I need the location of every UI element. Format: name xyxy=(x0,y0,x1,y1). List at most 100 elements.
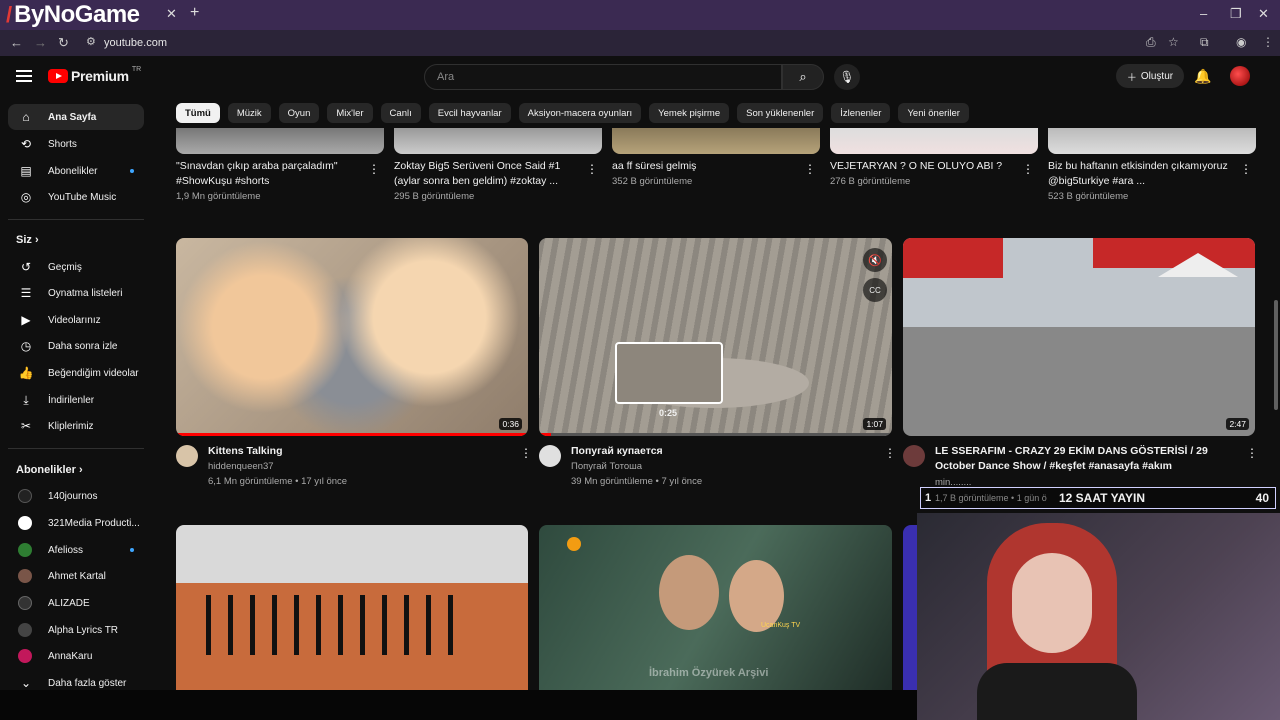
video-thumbnail-kittens[interactable]: 0:36 xyxy=(176,238,528,436)
new-tab-icon[interactable]: + xyxy=(190,4,199,22)
channel-name[interactable]: Попугай Тотоша xyxy=(571,461,642,472)
voice-search-button[interactable]: 🎙 xyxy=(834,64,860,90)
chip-live[interactable]: Canlı xyxy=(380,103,421,123)
chip-action-adventure[interactable]: Aksiyon-macera oyunları xyxy=(518,103,642,123)
bookmark-star-icon[interactable]: ☆ xyxy=(1168,35,1179,49)
chip-pets[interactable]: Evcil hayvanlar xyxy=(428,103,511,123)
sidebar-channel[interactable]: Alpha Lyrics TR xyxy=(8,617,144,643)
browser-tab[interactable]: / ByNoGame xyxy=(0,0,180,30)
sidebar-item-label: İndirilenler xyxy=(48,394,95,406)
video-thumbnail-parrot[interactable]: 0:25 🔇 CC 1:07 xyxy=(539,238,892,436)
create-button[interactable]: ＋ Oluştur xyxy=(1116,64,1184,88)
back-icon[interactable]: ← xyxy=(10,35,23,50)
shirt-shape xyxy=(977,663,1137,720)
chip-new-recommendations[interactable]: Yeni öneriler xyxy=(898,103,969,123)
channel-avatar xyxy=(18,569,32,583)
chip-all[interactable]: Tümü xyxy=(176,103,220,123)
channel-avatar[interactable] xyxy=(176,445,198,467)
sidebar-subs-header[interactable]: Abonelikler › xyxy=(16,464,83,476)
site-info-icon[interactable]: ⚙ xyxy=(86,35,96,48)
more-options-icon[interactable]: ⋮ xyxy=(1246,446,1258,460)
short-title[interactable]: Zoktay Big5 Serüveni Once Said #1 (aylar… xyxy=(394,159,574,189)
more-options-icon[interactable]: ⋮ xyxy=(804,162,816,176)
search-button[interactable]: ⌕ xyxy=(782,64,824,90)
short-thumbnail[interactable] xyxy=(394,128,602,154)
video-thumbnail-dance[interactable]: 2:47 xyxy=(903,238,1255,436)
scrub-bar[interactable] xyxy=(539,433,892,436)
sidebar-channel[interactable]: 321Media Producti... xyxy=(8,510,144,536)
sidebar-you-header[interactable]: Siz › xyxy=(16,234,39,246)
sidebar-item-liked[interactable]: 👍 Beğendiğim videolar xyxy=(8,360,144,386)
extensions-icon[interactable]: ⧉ xyxy=(1200,35,1209,50)
profile-icon[interactable]: ◉ xyxy=(1236,35,1246,49)
sidebar: ⌂ Ana Sayfa ⟲ Shorts ▤ Abonelikler ◎ YouTube… xyxy=(0,100,160,700)
minimize-icon[interactable]: – xyxy=(1200,6,1207,21)
sidebar-item-watch-later[interactable]: ◷ Daha sonra izle xyxy=(8,333,144,359)
notifications-bell-icon[interactable]: 🔔 xyxy=(1194,68,1211,85)
playlist-icon: ☰ xyxy=(20,286,32,300)
video-thumbnail-gym[interactable] xyxy=(176,525,528,690)
reload-icon[interactable]: ↻ xyxy=(58,35,69,51)
maximize-icon[interactable]: ❐ xyxy=(1230,6,1242,22)
video-meta: 6,1 Mn görüntüleme • 17 yıl önce xyxy=(208,476,348,487)
chip-recent[interactable]: Son yüklenenler xyxy=(737,103,824,123)
channel-avatar[interactable] xyxy=(539,445,561,467)
chip-gaming[interactable]: Oyun xyxy=(278,103,320,123)
short-thumbnail[interactable] xyxy=(176,128,384,154)
mute-icon[interactable]: 🔇 xyxy=(863,248,887,272)
more-options-icon[interactable]: ⋮ xyxy=(884,446,896,460)
short-thumbnail[interactable] xyxy=(612,128,820,154)
video-thumbnail-drama[interactable]: UcanKuş TV İbrahim Özyürek Arşivi xyxy=(539,525,892,690)
chip-music[interactable]: Müzik xyxy=(227,103,271,123)
chip-watched[interactable]: İzlenenler xyxy=(831,103,891,123)
more-options-icon[interactable]: ⋮ xyxy=(1240,162,1252,176)
sidebar-item-your-videos[interactable]: ▶ Videolarınız xyxy=(8,307,144,333)
short-title[interactable]: Biz bu haftanın etkisinden çıkamıyoruz @… xyxy=(1048,159,1228,189)
sidebar-channel[interactable]: ALIZADE xyxy=(8,590,144,616)
video-thumbnail-partial[interactable] xyxy=(903,525,917,690)
sidebar-channel[interactable]: 140journos xyxy=(8,483,144,509)
more-options-icon[interactable]: ⋮ xyxy=(586,162,598,176)
close-window-icon[interactable]: ✕ xyxy=(1258,6,1269,22)
scrollbar-thumb[interactable] xyxy=(1274,300,1278,410)
sidebar-channel[interactable]: Afelioss xyxy=(8,537,144,563)
url-field[interactable]: youtube.com xyxy=(104,34,1154,52)
sidebar-item-downloads[interactable]: ⤓ İndirilenler xyxy=(8,387,144,413)
channel-label: ALIZADE xyxy=(48,597,90,609)
short-title[interactable]: VEJETARYAN ? O NE OLUYO ABI ? xyxy=(830,159,1010,174)
video-title[interactable]: LE SSERAFIM - CRAZY 29 EKİM DANS GÖSTERİ… xyxy=(935,444,1235,474)
video-title[interactable]: Попугай купается xyxy=(571,444,663,459)
search-input[interactable]: Ara xyxy=(424,64,782,90)
sidebar-item-playlists[interactable]: ☰ Oynatma listeleri xyxy=(8,280,144,306)
short-views: 276 B görüntüleme xyxy=(830,176,911,187)
youtube-logo[interactable]: Premium TR xyxy=(48,66,141,84)
menu-icon[interactable] xyxy=(16,70,32,82)
short-title[interactable]: "Sınavdan çıkıp araba parçaladım" #ShowK… xyxy=(176,159,366,189)
sidebar-item-shorts[interactable]: ⟲ Shorts xyxy=(8,131,144,157)
sidebar-item-subscriptions[interactable]: ▤ Abonelikler xyxy=(8,158,144,184)
more-options-icon[interactable]: ⋮ xyxy=(368,162,380,176)
sidebar-item-home[interactable]: ⌂ Ana Sayfa xyxy=(8,104,144,130)
sidebar-item-music[interactable]: ◎ YouTube Music xyxy=(8,184,144,210)
tab-close-icon[interactable]: ✕ xyxy=(166,6,177,22)
short-title[interactable]: aa ff süresi gelmiş xyxy=(612,159,792,174)
short-thumbnail[interactable] xyxy=(1048,128,1256,154)
account-avatar[interactable] xyxy=(1230,66,1250,86)
sidebar-item-history[interactable]: ↺ Geçmiş xyxy=(8,254,144,280)
captions-icon[interactable]: CC xyxy=(863,278,887,302)
more-options-icon[interactable]: ⋮ xyxy=(520,446,532,460)
forward-icon[interactable]: → xyxy=(34,35,47,50)
chip-cooking[interactable]: Yemek pişirme xyxy=(649,103,730,123)
short-thumbnail[interactable] xyxy=(830,128,1038,154)
install-icon[interactable]: ⎙ xyxy=(1146,35,1156,50)
channel-name[interactable]: hiddenqueen37 xyxy=(208,461,274,472)
sidebar-channel[interactable]: Ahmet Kartal xyxy=(8,563,144,589)
channel-avatar[interactable] xyxy=(903,445,925,467)
sidebar-item-clips[interactable]: ✂ Kliplerimiz xyxy=(8,413,144,439)
chip-mixes[interactable]: Mix'ler xyxy=(327,103,373,123)
subs-title: Abonelikler xyxy=(16,464,76,476)
browser-menu-icon[interactable]: ⋮ xyxy=(1262,35,1274,49)
video-title[interactable]: Kittens Talking xyxy=(208,444,282,459)
more-options-icon[interactable]: ⋮ xyxy=(1022,162,1034,176)
sidebar-channel[interactable]: AnnaKaru xyxy=(8,643,144,669)
